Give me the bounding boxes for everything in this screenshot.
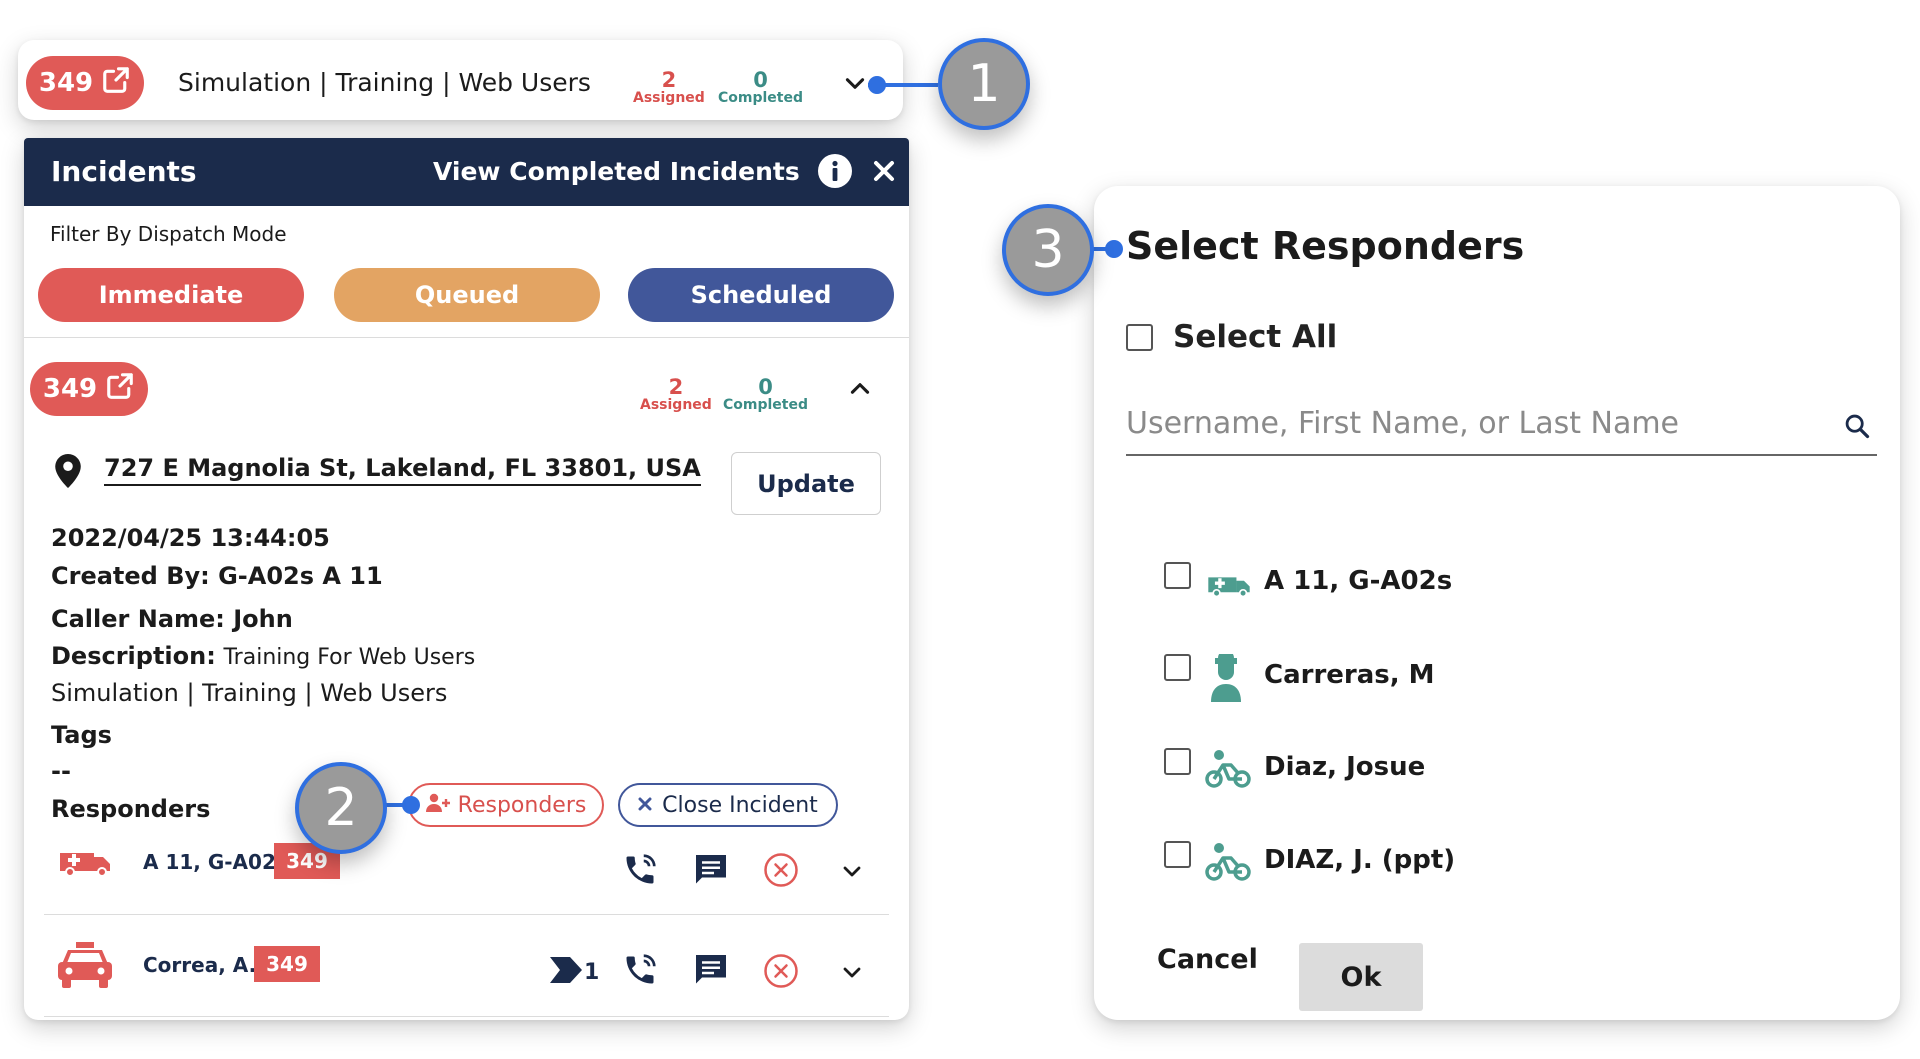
add-responders-label: Responders	[457, 792, 587, 818]
responder-option[interactable]: Carreras, M	[1164, 650, 1864, 706]
close-incident-label: Close Incident	[662, 792, 818, 818]
callout-1: 1	[938, 38, 1030, 130]
select-all-label: Select All	[1173, 319, 1338, 355]
ok-button[interactable]: Ok	[1299, 943, 1423, 1011]
responder-option[interactable]: Diaz, Josue	[1164, 748, 1864, 792]
incident-summary-bar: 349 Simulation | Training | Web Users 2 …	[18, 40, 903, 120]
responder-incident-badge: 349	[254, 946, 320, 982]
responder-checkbox[interactable]	[1164, 562, 1191, 589]
responder-checkbox[interactable]	[1164, 748, 1191, 775]
incident-number: 349	[38, 68, 94, 98]
bicycle-icon	[1205, 841, 1251, 885]
created-by: Created By: G-A02s A 11	[51, 562, 383, 590]
callout-anchor	[402, 796, 420, 814]
person-icon	[1209, 650, 1243, 706]
completed-counter: 0 Completed	[723, 375, 809, 413]
tags-label: Tags	[51, 721, 112, 749]
close-icon[interactable]	[873, 160, 895, 186]
chevron-down-icon[interactable]	[840, 960, 864, 988]
incident-category: Simulation | Training | Web Users	[51, 679, 448, 707]
responder-option-name: Diaz, Josue	[1264, 752, 1426, 782]
incident-address[interactable]: 727 E Magnolia St, Lakeland, FL 33801, U…	[104, 454, 701, 486]
responders-label: Responders	[51, 795, 211, 823]
incident-number-badge[interactable]: 349	[30, 362, 148, 416]
bicycle-icon	[1205, 748, 1251, 792]
assigned-counter: 2 Assigned	[640, 375, 712, 413]
phone-icon[interactable]	[622, 952, 658, 992]
description-label: Description:	[51, 642, 216, 670]
queue-arrow-icon	[550, 957, 582, 987]
responder-option[interactable]: DIAZ, J. (ppt)	[1164, 841, 1864, 885]
panel-header: Incidents View Completed Incidents	[24, 138, 909, 206]
queued-filter-button[interactable]: Queued	[334, 268, 600, 322]
phone-icon[interactable]	[622, 852, 658, 892]
ambulance-icon	[1205, 570, 1253, 602]
callout-2: 2	[295, 762, 387, 854]
callout-3: 3	[1002, 204, 1094, 296]
close-icon	[638, 796, 652, 815]
responder-option-name: A 11, G-A02s	[1264, 566, 1453, 596]
responder-option[interactable]: A 11, G-A02s	[1164, 562, 1864, 606]
add-responders-button[interactable]: Responders	[408, 783, 604, 827]
responder-checkbox[interactable]	[1164, 841, 1191, 868]
divider	[44, 914, 889, 915]
ambulance-icon	[56, 845, 114, 881]
update-button[interactable]: Update	[731, 452, 881, 515]
car-icon	[56, 940, 114, 994]
message-icon[interactable]	[692, 952, 730, 992]
cancel-button[interactable]: Cancel	[1157, 944, 1258, 975]
dialog-title: Select Responders	[1126, 224, 1525, 268]
incidents-panel: Incidents View Completed Incidents Filte…	[24, 138, 909, 1020]
select-all-checkbox[interactable]	[1126, 324, 1153, 351]
view-completed-link[interactable]: View Completed Incidents	[433, 157, 800, 186]
description-value: Training For Web Users	[223, 645, 476, 670]
panel-title: Incidents	[51, 155, 197, 188]
caller-name: Caller Name: John	[51, 605, 293, 633]
divider	[44, 1016, 889, 1017]
remove-responder-icon[interactable]	[763, 852, 799, 892]
close-incident-button[interactable]: Close Incident	[618, 783, 838, 827]
responder-name: A 11, G-A02s	[143, 850, 288, 874]
callout-anchor	[868, 76, 886, 94]
incident-datetime: 2022/04/25 13:44:05	[51, 524, 330, 552]
queue-count: 1	[584, 959, 600, 985]
callout-anchor	[1105, 240, 1123, 258]
immediate-filter-button[interactable]: Immediate	[38, 268, 304, 322]
responder-option-name: DIAZ, J. (ppt)	[1264, 845, 1456, 875]
scheduled-filter-button[interactable]: Scheduled	[628, 268, 894, 322]
message-icon[interactable]	[692, 852, 730, 892]
remove-responder-icon[interactable]	[763, 953, 799, 993]
search-field[interactable]: Username, First Name, or Last Name	[1126, 402, 1877, 456]
search-icon[interactable]	[1843, 412, 1871, 444]
responder-name: Correa, A.	[143, 953, 257, 977]
chevron-down-icon[interactable]	[840, 859, 864, 887]
incident-number: 349	[42, 374, 98, 404]
chevron-down-icon[interactable]	[842, 70, 868, 100]
info-icon[interactable]	[817, 153, 853, 193]
responder-checkbox[interactable]	[1164, 654, 1191, 681]
filter-label: Filter By Dispatch Mode	[50, 222, 287, 246]
external-link-icon	[101, 65, 131, 102]
assigned-counter: 2 Assigned	[633, 68, 705, 106]
responder-option-name: Carreras, M	[1264, 660, 1435, 690]
queue-indicator: 1	[550, 957, 599, 987]
incident-title: Simulation | Training | Web Users	[178, 68, 591, 97]
description: Description: Training For Web Users	[51, 642, 475, 670]
search-placeholder: Username, First Name, or Last Name	[1126, 406, 1680, 441]
incident-number-badge[interactable]: 349	[26, 56, 144, 110]
location-pin-icon	[55, 454, 81, 492]
select-responders-dialog: Select Responders Select All Username, F…	[1094, 186, 1900, 1020]
completed-counter: 0 Completed	[718, 68, 804, 106]
divider	[24, 337, 909, 338]
add-user-icon	[425, 793, 450, 817]
tags-value: --	[51, 757, 71, 785]
chevron-up-icon[interactable]	[847, 376, 873, 406]
external-link-icon	[105, 371, 135, 408]
